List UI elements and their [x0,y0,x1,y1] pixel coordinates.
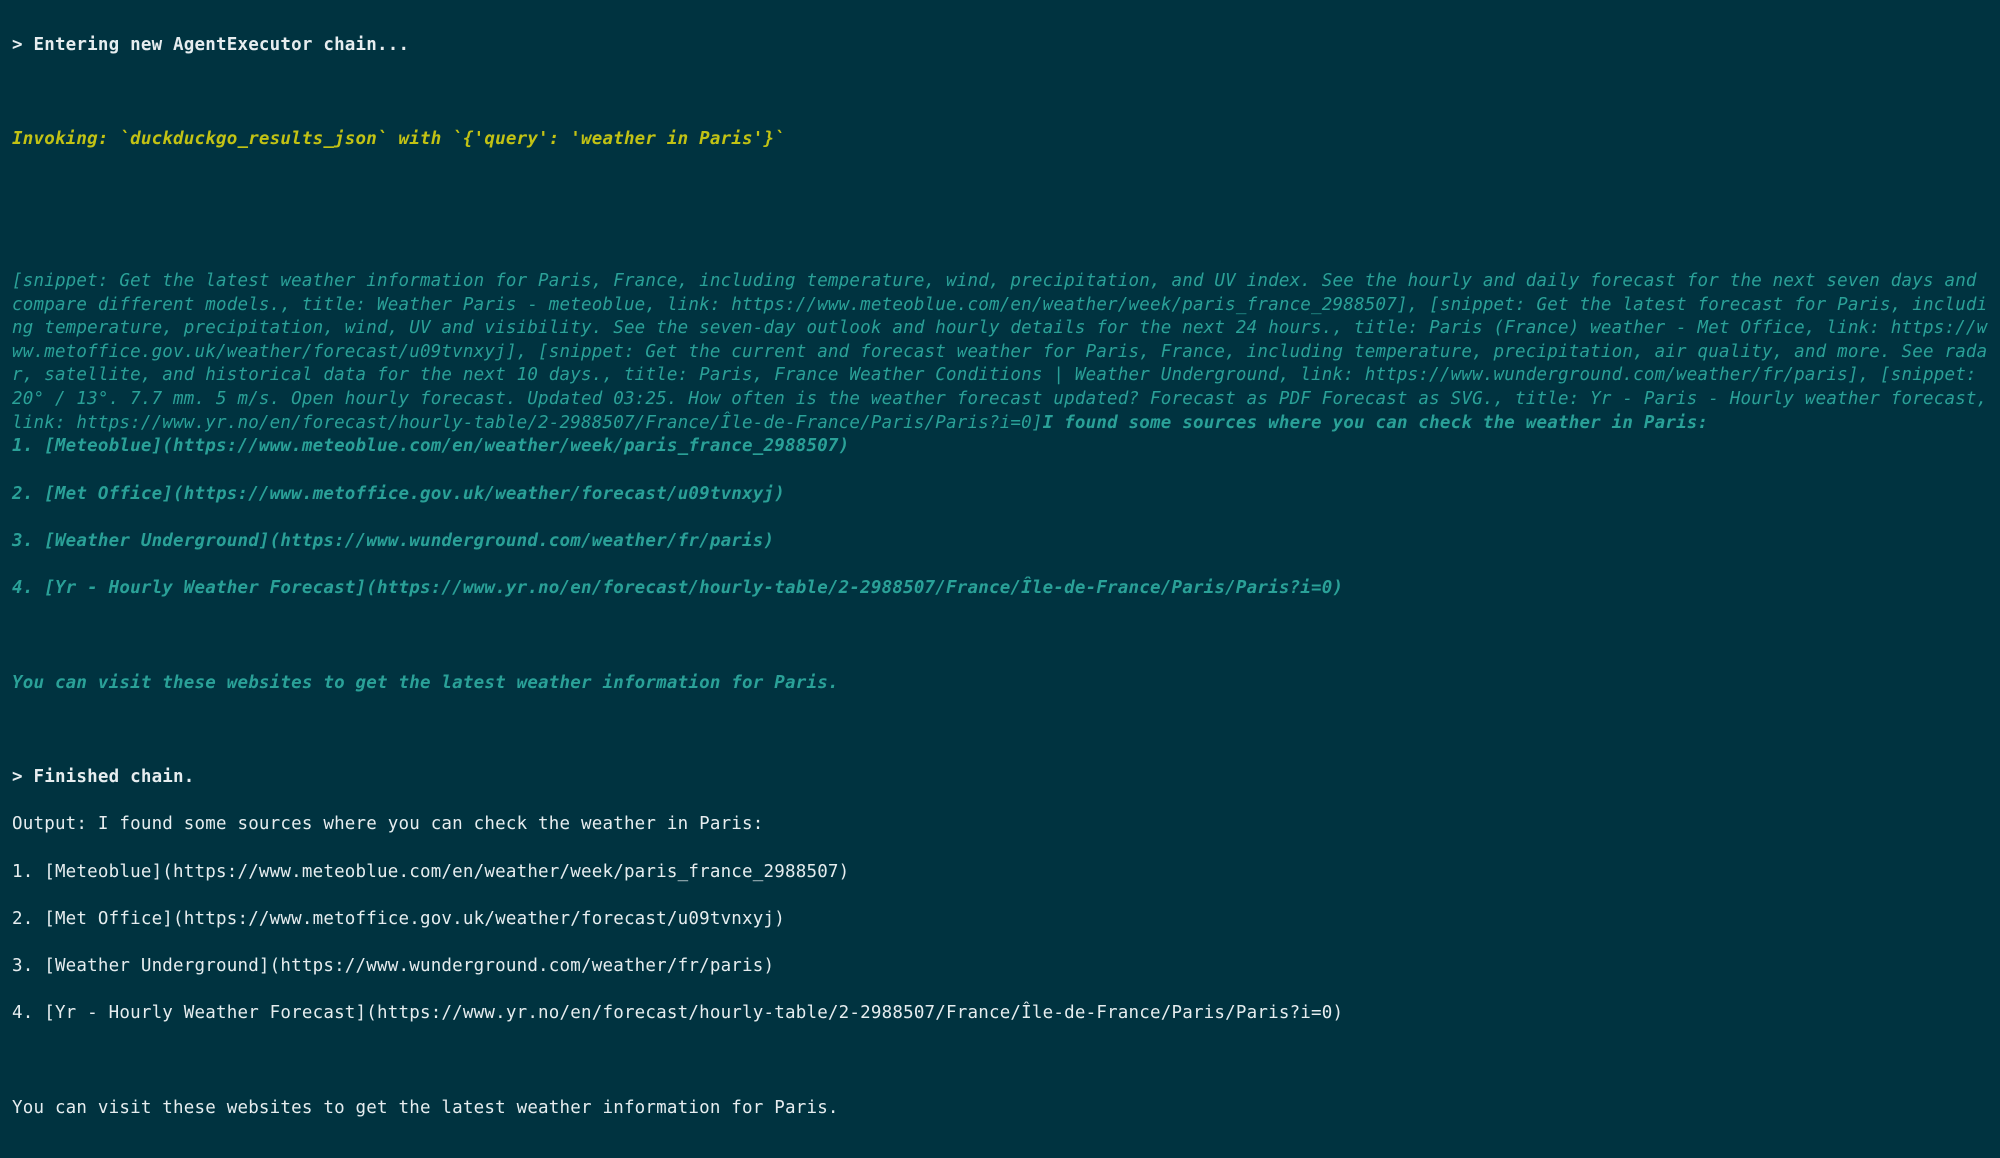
source-link-2: 2. [Met Office](https://www.metoffice.go… [12,483,1988,507]
blank-line [12,624,1988,648]
output-link-3: 3. [Weather Underground](https://www.wun… [12,955,1988,979]
terminal-output: > Entering new AgentExecutor chain... In… [0,0,2000,1158]
blank-line [12,175,1988,199]
blank-line [12,1050,1988,1074]
search-results-raw: [snippet: Get the latest weather informa… [12,271,1998,433]
finished-chain-line: > Finished chain. [12,766,1988,790]
agent-entering-line: > Entering new AgentExecutor chain... [12,34,1988,58]
source-link-4: 4. [Yr - Hourly Weather Forecast](https:… [12,577,1988,601]
visit-message: You can visit these websites to get the … [12,672,1988,696]
source-link-3: 3. [Weather Underground](https://www.wun… [12,530,1988,554]
blank-line [12,223,1988,247]
blank-line [12,81,1988,105]
blank-line [12,719,1988,743]
invoking-line: Invoking: `duckduckgo_results_json` with… [12,128,1988,152]
output-intro: Output: I found some sources where you c… [12,813,1988,837]
output-link-4: 4. [Yr - Hourly Weather Forecast](https:… [12,1002,1988,1026]
source-link-1: 1. [Meteoblue](https://www.meteoblue.com… [12,435,1988,459]
output-visit-message: You can visit these websites to get the … [12,1097,1988,1121]
found-sources-intro: I found some sources where you can check… [1043,413,1709,433]
output-link-2: 2. [Met Office](https://www.metoffice.go… [12,908,1988,932]
output-link-1: 1. [Meteoblue](https://www.meteoblue.com… [12,861,1988,885]
